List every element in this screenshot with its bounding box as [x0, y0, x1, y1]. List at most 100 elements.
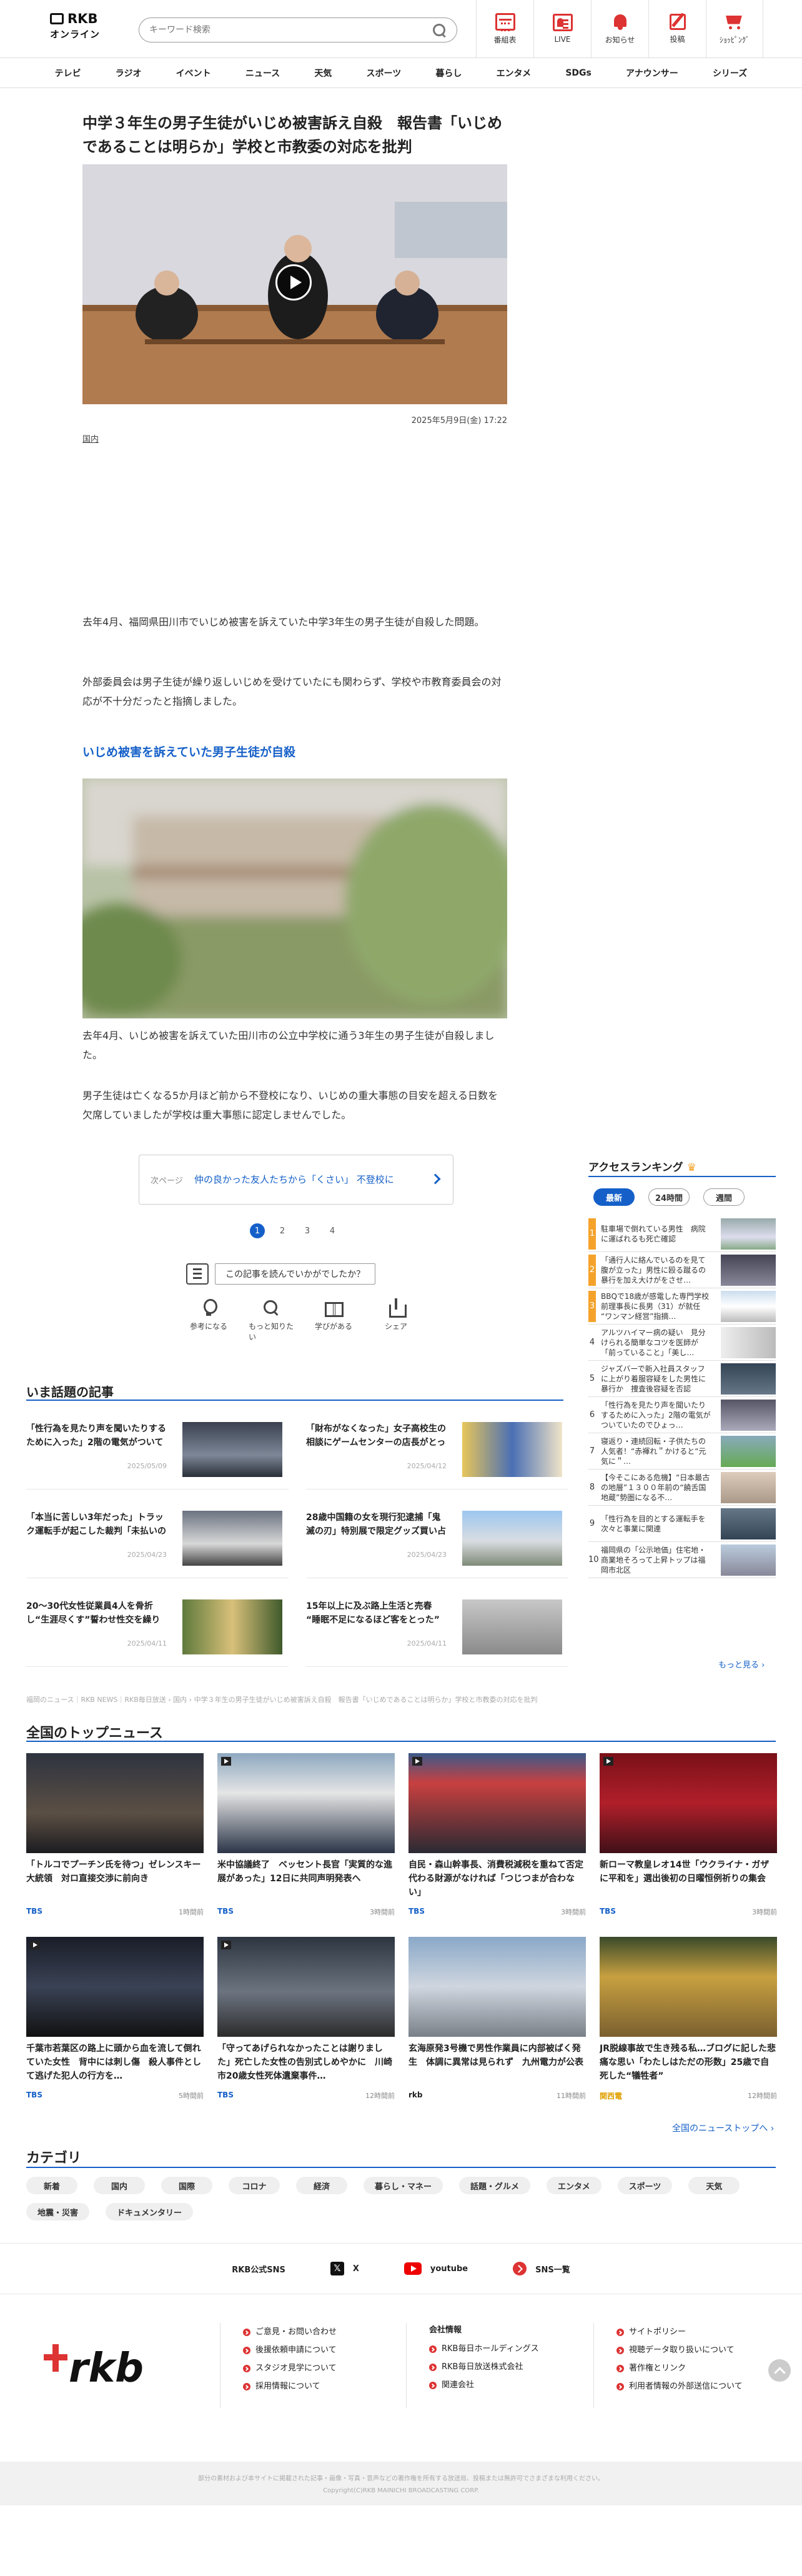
ranking-item[interactable]: 5 ジャズバーで新入社員スタッフに上がり着服容疑をした男性に暴行か 捜査後容疑を否…: [588, 1361, 776, 1397]
national-news-item[interactable]: 千葉市若葉区の路上に頭から血を流して倒れていた女性 背中には刺し傷 殺人事件とし…: [26, 1937, 204, 2124]
breadcrumb[interactable]: 福岡のニュース｜RKB NEWS｜RKB毎日放送 › 国内 › 中学３年生の男子…: [26, 1694, 776, 1704]
arrow-right-icon: [616, 2382, 624, 2390]
ranking-item[interactable]: 9 「性行為を目的とする運転手を次々と事業に関連: [588, 1506, 776, 1542]
reaction-helpful-button[interactable]: 参考になる: [186, 1298, 231, 1342]
ranking-item[interactable]: 4 アルツハイマー病の疑い 見分けられる簡単なコツを医師が「前っていること」「美し…: [588, 1325, 776, 1361]
category-chip[interactable]: 国際: [161, 2177, 212, 2194]
footer-link[interactable]: 利用者情報の外部送信について: [616, 2377, 768, 2395]
youtube-link[interactable]: youtube: [403, 2262, 468, 2275]
ranking-more-link[interactable]: もっと見る ›: [718, 1658, 765, 1670]
tab-weekly[interactable]: 週間: [703, 1188, 745, 1206]
category-chip[interactable]: 新着: [26, 2177, 77, 2194]
post-button[interactable]: 投稿: [648, 0, 706, 57]
category-divider: [26, 2167, 776, 2168]
ranking-item[interactable]: 6 「性行為を見たり声を聞いたりするために入った」2階の電気がついていたのでひょっ…: [588, 1397, 776, 1433]
national-news-item[interactable]: JR脱線事故で生き残る私…ブログに記した悲痛な思い「わたしはただの形数」25歳で…: [600, 1937, 777, 2124]
next-page-link[interactable]: 次ページ 仲の良かった友人たちから「くさい」 不登校に: [139, 1155, 453, 1205]
trending-item[interactable]: 「本当に苦しい3年だった」トラック運転手が起こした裁判「未払いの賃金を支払って」…: [26, 1511, 289, 1578]
nav-item-tv[interactable]: テレビ: [55, 67, 81, 79]
category-chip[interactable]: 経済: [296, 2177, 347, 2194]
ranking-item[interactable]: 7 寝返り・連続回転・子供たちの人気者！“赤褌れ＂かけると“元気に＂…: [588, 1433, 776, 1470]
notice-button[interactable]: お知らせ: [591, 0, 648, 57]
nav-item-life[interactable]: 暮らし: [435, 67, 462, 79]
footer-link[interactable]: スタジオ見学について: [243, 2359, 401, 2377]
shopping-button[interactable]: ｼｮｯﾋﾟﾝｸﾞ: [706, 0, 763, 57]
national-news-more-link[interactable]: 全国のニューストップへ ›: [672, 2122, 774, 2134]
article-category-link[interactable]: 国内: [82, 432, 99, 444]
trending-item[interactable]: 20～30代女性従業員4人を骨折し“生涯尽くす”誓わせ性交を繰り返した事件 ベッ…: [26, 1599, 289, 1667]
national-news-item[interactable]: 新ローマ教皇レオ14世「ウクライナ・ガザに平和を」選出後初の日曜恒例祈りの集会 …: [600, 1753, 777, 1941]
trending-item[interactable]: 「性行為を見たり声を聞いたりするために入った」2階の電気がついていたのでひょっと…: [26, 1422, 289, 1489]
crown-icon: ♛: [686, 1161, 696, 1174]
national-news-item[interactable]: 自民・森山幹事長、消費税減税を重ねて否定 代わる財源がなければ「つじつまが合わな…: [408, 1753, 586, 1941]
rank-thumbnail: [721, 1399, 776, 1431]
live-button[interactable]: LIVE: [533, 0, 591, 57]
ranking-item[interactable]: 2 「通行人に絡んでいるのを見て腹が立った」男性に殴る蹴るの暴行を加え大けがをさせ…: [588, 1252, 776, 1288]
trending-thumbnail: [462, 1599, 562, 1654]
x-link[interactable]: 𝕏X: [330, 2262, 359, 2275]
nav-item-sports[interactable]: スポーツ: [366, 67, 401, 79]
footer-link[interactable]: 視聴データ取り扱いについて: [616, 2341, 768, 2359]
category-chip[interactable]: 天気: [688, 2177, 740, 2194]
category-chip[interactable]: 地震・災害: [26, 2203, 90, 2220]
footer-link-text: RKB毎日ホールディングス: [442, 2344, 539, 2354]
footer-link[interactable]: 採用情報について: [243, 2377, 401, 2395]
share-button[interactable]: シェア: [374, 1298, 418, 1342]
page-3[interactable]: 3: [300, 1223, 315, 1238]
back-to-top-button[interactable]: [768, 2359, 791, 2382]
sns-list-link[interactable]: SNS一覧: [513, 2262, 570, 2275]
nav-item-news[interactable]: ニュース: [245, 67, 280, 79]
national-news-item[interactable]: 玄海原発3号機で男性作業員に内部被ばく発生 体調に異常は見られず 九州電力が公表…: [408, 1937, 586, 2124]
footer-link[interactable]: サイトポリシー: [616, 2323, 768, 2341]
page-4[interactable]: 4: [325, 1223, 340, 1238]
tab-latest[interactable]: 最新: [593, 1188, 635, 1206]
news-source: TBS: [600, 1907, 616, 1916]
footer-link[interactable]: ご意見・お問い合わせ: [243, 2323, 401, 2341]
nav-item-sdgs[interactable]: SDGs: [565, 68, 592, 78]
reaction-more-button[interactable]: もっと知りたい: [249, 1298, 294, 1342]
footer-link[interactable]: 関連会社: [429, 2376, 593, 2394]
search-icon[interactable]: [432, 22, 447, 37]
ranking-item[interactable]: 3 BBQで18歳が感電した専門学校 前理事長に長男（31）が就任 “ワンマン経営…: [588, 1288, 776, 1325]
footer-link[interactable]: RKB毎日放送株式会社: [429, 2358, 593, 2376]
rkb-footer-logo[interactable]: rkb: [44, 2330, 162, 2393]
category-chip[interactable]: コロナ: [229, 2177, 280, 2194]
national-news-item[interactable]: 「守ってあげられなかったことは謝りました」死亡した女性の告別式しめやかに 川崎市…: [217, 1937, 395, 2124]
reaction-learn-button[interactable]: 学びがある: [311, 1298, 356, 1342]
category-chip[interactable]: ドキュメンタリー: [106, 2203, 194, 2220]
page-2[interactable]: 2: [275, 1223, 290, 1238]
category-chip[interactable]: スポーツ: [617, 2177, 673, 2194]
nav-item-weather[interactable]: 天気: [314, 67, 332, 79]
nav-item-announcer[interactable]: アナウンサー: [626, 67, 678, 79]
arrow-right-icon: [429, 2345, 437, 2353]
page-1[interactable]: 1: [250, 1223, 265, 1238]
program-guide-button[interactable]: 番組表: [476, 0, 533, 57]
category-chip[interactable]: 暮らし・マネー: [364, 2177, 443, 2194]
ranking-item[interactable]: 10 福岡県の「公示地価」住宅地・商業地そろって上昇トップは福岡市北区: [588, 1542, 776, 1578]
lightbulb-icon: [199, 1298, 218, 1317]
site-logo[interactable]: RKB オンライン: [50, 11, 106, 46]
ranking-item[interactable]: 8 【今そこにある危機】“日本最古の地層”１３００年前の“饒舌国地蔵”勢圏になる不…: [588, 1470, 776, 1506]
category-chip[interactable]: 話題・グルメ: [459, 2177, 531, 2194]
news-source: TBS: [217, 2091, 234, 2099]
main-nav: テレビ ラジオ イベント ニュース 天気 スポーツ 暮らし エンタメ SDGs …: [0, 58, 802, 88]
search-input[interactable]: [149, 25, 412, 35]
play-icon[interactable]: [275, 264, 312, 301]
footer-link[interactable]: 後援依頼申請について: [243, 2341, 401, 2359]
category-chip[interactable]: エンタメ: [547, 2177, 602, 2194]
nav-item-event[interactable]: イベント: [176, 67, 211, 79]
nav-item-radio[interactable]: ラジオ: [116, 67, 142, 79]
trending-item[interactable]: 15年以上に及ぶ路上生活と売春 “睡眠不足になるほど客をとった” 姉への強姦殺……: [306, 1599, 568, 1667]
trending-item[interactable]: 28歳中国籍の女を現行犯逮捕「鬼滅の刃」特別展で限定グッズ買い占めようとして新……: [306, 1511, 568, 1578]
tab-24h[interactable]: 24時間: [648, 1188, 690, 1206]
nav-item-series[interactable]: シリーズ: [713, 67, 747, 79]
rank-text: 駐車場で倒れている男性 病院に運ばれるも死亡確認: [601, 1224, 706, 1243]
national-news-item[interactable]: 「トルコでプーチン氏を待つ」ゼレンスキー大統領 対ロ直接交渉に前向き TBS 1…: [26, 1753, 204, 1941]
category-chip[interactable]: 国内: [94, 2177, 145, 2194]
trending-item[interactable]: 「財布がなくなった」女子高校生の相談にゲームセンターの店長がとった“とっさの… …: [306, 1422, 568, 1489]
footer-link[interactable]: RKB毎日ホールディングス: [429, 2340, 593, 2358]
footer-link[interactable]: 著作権とリンク: [616, 2359, 768, 2377]
national-news-item[interactable]: 米中協議終了 ベッセント長官「実質的な進展があった」12日に共同声明発表へ TB…: [217, 1753, 395, 1941]
ranking-item[interactable]: 1 駐車場で倒れている男性 病院に運ばれるも死亡確認: [588, 1216, 776, 1252]
nav-item-entame[interactable]: エンタメ: [497, 67, 532, 79]
